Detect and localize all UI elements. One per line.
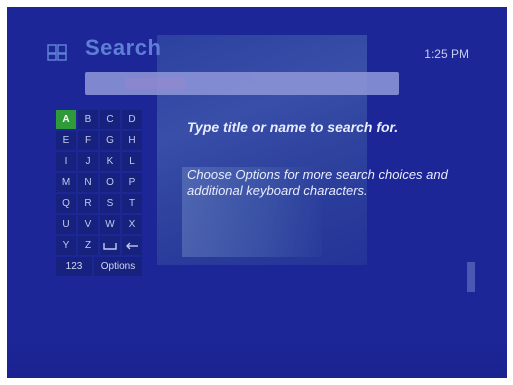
key-f[interactable]: F (78, 131, 98, 150)
media-center-logo-icon (47, 44, 67, 61)
numbers-key[interactable]: 123 (56, 257, 92, 276)
backspace-key[interactable] (122, 236, 142, 255)
key-h[interactable]: H (122, 131, 142, 150)
instruction-text: Type title or name to search for. (187, 119, 399, 135)
key-q[interactable]: Q (56, 194, 76, 213)
space-key[interactable] (100, 236, 120, 255)
key-i[interactable]: I (56, 152, 76, 171)
key-k[interactable]: K (100, 152, 120, 171)
key-s[interactable]: S (100, 194, 120, 213)
key-o[interactable]: O (100, 173, 120, 192)
key-c[interactable]: C (100, 110, 120, 129)
key-g[interactable]: G (100, 131, 120, 150)
key-r[interactable]: R (78, 194, 98, 213)
page-title: Search (85, 35, 162, 60)
key-w[interactable]: W (100, 215, 120, 234)
key-j[interactable]: J (78, 152, 98, 171)
scroll-indicator (467, 262, 475, 292)
key-p[interactable]: P (122, 173, 142, 192)
key-u[interactable]: U (56, 215, 76, 234)
key-v[interactable]: V (78, 215, 98, 234)
key-d[interactable]: D (122, 110, 142, 129)
key-t[interactable]: T (122, 194, 142, 213)
search-screen: Search 1:25 PM A B C D E F G H I J K L M… (7, 7, 507, 378)
backspace-icon (126, 242, 138, 250)
clock: 1:25 PM (424, 47, 469, 61)
options-button[interactable]: Options (94, 257, 142, 276)
key-b[interactable]: B (78, 110, 98, 129)
key-l[interactable]: L (122, 152, 142, 171)
key-y[interactable]: Y (56, 236, 76, 255)
key-m[interactable]: M (56, 173, 76, 192)
search-input[interactable] (85, 72, 399, 95)
options-hint-text: Choose Options for more search choices a… (187, 167, 448, 198)
key-e[interactable]: E (56, 131, 76, 150)
key-n[interactable]: N (78, 173, 98, 192)
search-input-highlight (125, 78, 185, 89)
key-x[interactable]: X (122, 215, 142, 234)
background-footer (7, 338, 507, 378)
space-icon (103, 243, 117, 250)
key-z[interactable]: Z (78, 236, 98, 255)
key-a[interactable]: A (56, 110, 76, 129)
